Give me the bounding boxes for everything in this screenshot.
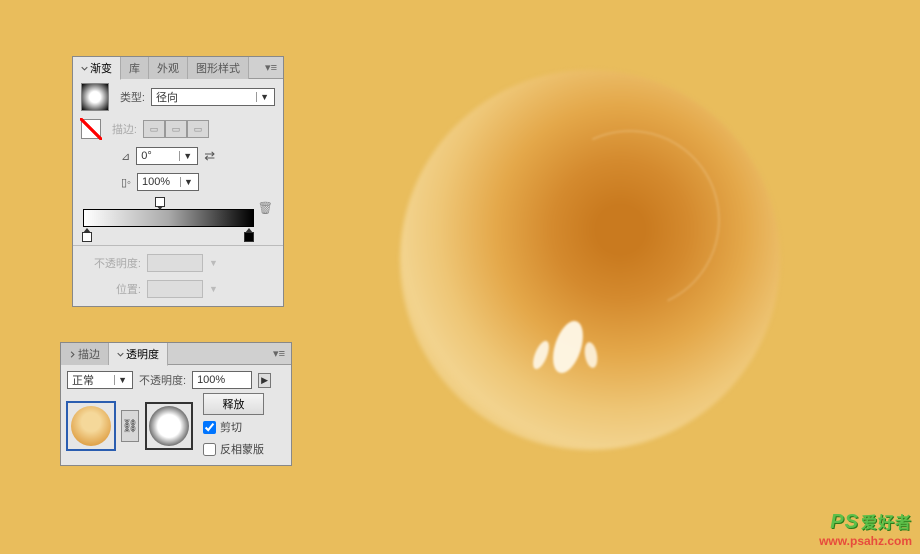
type-label: 类型: bbox=[115, 89, 145, 105]
tab-library[interactable]: 库 bbox=[121, 57, 149, 79]
tab-graphic-styles[interactable]: 图形样式 bbox=[188, 57, 249, 79]
chevron-down-icon: ▼ bbox=[180, 177, 196, 187]
transparency-panel: 描边 透明度 ▾≡ 正常 ▼ 不透明度: 100% ▶ ⛓ 释放 bbox=[60, 342, 292, 466]
watermark: PS爱好者 www.psahz.com bbox=[819, 509, 912, 548]
position-label: 位置: bbox=[81, 281, 141, 297]
angle-icon: ⊿ bbox=[121, 150, 130, 163]
stroke-align-group: ▭ ▭ ▭ bbox=[143, 120, 209, 138]
aspect-ratio-icon: ▯◦ bbox=[121, 176, 131, 189]
reverse-gradient-icon[interactable]: ⇄ bbox=[204, 148, 215, 164]
panel-menu-icon[interactable]: ▾≡ bbox=[259, 58, 283, 77]
opacity-stepper-icon[interactable]: ▶ bbox=[258, 373, 271, 388]
opacity-label: 不透明度: bbox=[81, 255, 141, 271]
position-input bbox=[147, 280, 203, 298]
object-thumbnail[interactable] bbox=[67, 402, 115, 450]
gradient-preview-swatch[interactable] bbox=[81, 83, 109, 111]
release-button[interactable]: 释放 bbox=[203, 393, 264, 415]
stroke-label: 描边: bbox=[107, 121, 137, 137]
chevron-down-icon: ▼ bbox=[256, 92, 272, 102]
stroke-center-button[interactable]: ▭ bbox=[165, 120, 187, 138]
ratio-input[interactable]: 100% ▼ bbox=[137, 173, 199, 191]
tab-gradient[interactable]: 渐变 bbox=[73, 57, 121, 80]
stroke-inside-button[interactable]: ▭ bbox=[143, 120, 165, 138]
panel-menu-icon[interactable]: ▾≡ bbox=[267, 344, 291, 363]
gradient-slider[interactable] bbox=[83, 209, 254, 227]
invert-mask-checkbox[interactable]: 反相蒙版 bbox=[203, 441, 264, 457]
gradient-panel: 渐变 库 外观 图形样式 ▾≡ 类型: 径向 ▼ 描边: ▭ ▭ ▭ ⊿ 0° … bbox=[72, 56, 284, 307]
chevron-down-icon: ▼ bbox=[209, 258, 218, 268]
type-value: 径向 bbox=[156, 89, 178, 105]
midpoint-stop[interactable] bbox=[155, 201, 165, 211]
angle-input[interactable]: 0° ▼ bbox=[136, 147, 198, 165]
tab-appearance[interactable]: 外观 bbox=[149, 57, 188, 79]
chevron-down-icon: ▼ bbox=[179, 151, 195, 161]
opacity-input[interactable]: 100% bbox=[192, 371, 252, 389]
tab-stroke[interactable]: 描边 bbox=[61, 343, 109, 365]
color-stop-black[interactable] bbox=[244, 228, 254, 238]
stroke-none-swatch[interactable] bbox=[81, 119, 101, 139]
panel-tabs: 描边 透明度 ▾≡ bbox=[61, 343, 291, 365]
link-icon[interactable]: ⛓ bbox=[121, 410, 139, 442]
mask-thumbnail[interactable] bbox=[145, 402, 193, 450]
color-stop-white[interactable] bbox=[82, 228, 92, 238]
opacity-label: 不透明度: bbox=[139, 372, 186, 388]
stroke-outside-button[interactable]: ▭ bbox=[187, 120, 209, 138]
opacity-input bbox=[147, 254, 203, 272]
chevron-down-icon: ▼ bbox=[209, 284, 218, 294]
tab-transparency[interactable]: 透明度 bbox=[109, 343, 168, 366]
chevron-down-icon: ▼ bbox=[114, 375, 130, 385]
blend-mode-dropdown[interactable]: 正常 ▼ bbox=[67, 371, 133, 389]
type-dropdown[interactable]: 径向 ▼ bbox=[151, 88, 275, 106]
panel-tabs: 渐变 库 外观 图形样式 ▾≡ bbox=[73, 57, 283, 79]
trash-icon[interactable]: 🗑 bbox=[258, 201, 273, 215]
clip-checkbox[interactable]: 剪切 bbox=[203, 419, 264, 435]
